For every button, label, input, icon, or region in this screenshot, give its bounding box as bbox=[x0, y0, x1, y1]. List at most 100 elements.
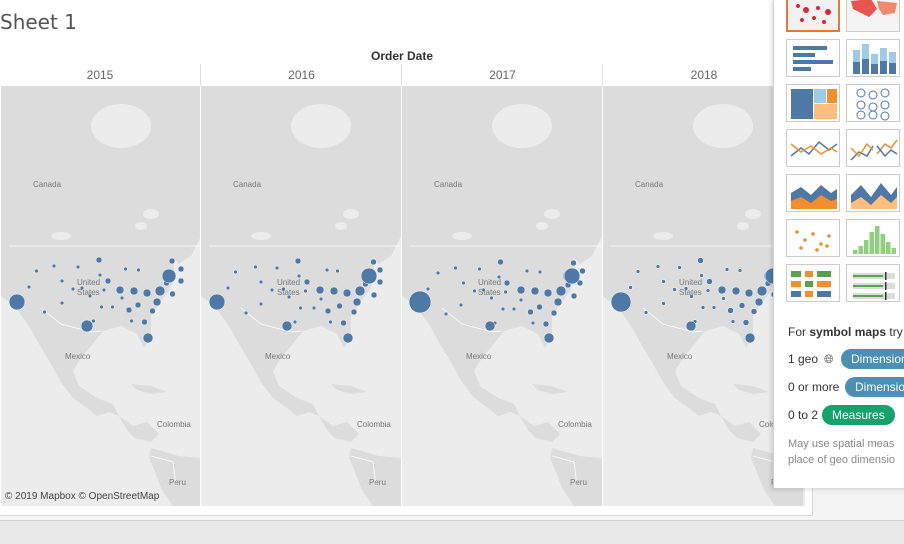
order-marker[interactable] bbox=[730, 319, 736, 324]
order-marker[interactable] bbox=[370, 258, 377, 266]
map-attribution[interactable]: © 2019 Mapbox © OpenStreetMap bbox=[5, 491, 159, 502]
order-marker[interactable] bbox=[154, 285, 166, 297]
order-marker[interactable] bbox=[129, 318, 134, 324]
order-marker[interactable] bbox=[472, 288, 477, 294]
order-marker[interactable] bbox=[59, 300, 65, 306]
order-marker[interactable] bbox=[731, 286, 741, 296]
order-marker[interactable] bbox=[700, 305, 706, 310]
order-marker[interactable] bbox=[503, 279, 511, 287]
order-marker[interactable] bbox=[70, 286, 76, 292]
year-header-2016[interactable]: 2016 bbox=[200, 64, 402, 86]
order-marker[interactable] bbox=[340, 319, 347, 327]
order-marker[interactable] bbox=[342, 332, 354, 344]
order-marker[interactable] bbox=[543, 332, 555, 344]
order-marker[interactable] bbox=[42, 309, 47, 315]
year-header-2017[interactable]: 2017 bbox=[401, 64, 603, 86]
order-marker[interactable] bbox=[129, 286, 139, 296]
order-marker[interactable] bbox=[142, 332, 154, 344]
order-marker[interactable] bbox=[635, 269, 641, 274]
order-marker[interactable] bbox=[324, 307, 332, 315]
order-marker[interactable] bbox=[610, 291, 632, 313]
order-marker[interactable] bbox=[443, 311, 449, 317]
order-marker[interactable] bbox=[318, 296, 324, 302]
chart-type-stacked-bars[interactable] bbox=[846, 39, 900, 77]
order-marker[interactable] bbox=[458, 302, 464, 308]
order-marker[interactable] bbox=[253, 264, 258, 270]
order-marker[interactable] bbox=[208, 293, 226, 311]
chart-type-dual-lines[interactable] bbox=[846, 129, 900, 167]
order-marker[interactable] bbox=[721, 296, 726, 301]
order-marker[interactable] bbox=[563, 267, 581, 285]
order-marker[interactable] bbox=[643, 310, 649, 315]
order-marker[interactable] bbox=[303, 278, 311, 286]
order-marker[interactable] bbox=[705, 288, 711, 293]
order-marker[interactable] bbox=[425, 286, 431, 292]
order-marker[interactable] bbox=[555, 285, 567, 297]
order-marker[interactable] bbox=[530, 286, 540, 296]
order-marker[interactable] bbox=[550, 309, 558, 317]
order-marker[interactable] bbox=[737, 268, 743, 273]
order-marker[interactable] bbox=[99, 304, 104, 310]
order-marker[interactable] bbox=[706, 278, 713, 285]
order-marker[interactable] bbox=[95, 256, 103, 264]
order-marker[interactable] bbox=[149, 307, 156, 315]
order-marker[interactable] bbox=[141, 318, 148, 326]
order-marker[interactable] bbox=[553, 297, 563, 307]
order-marker[interactable] bbox=[119, 295, 125, 301]
order-marker[interactable] bbox=[125, 306, 133, 314]
column-field-label[interactable]: Order Date bbox=[0, 49, 804, 63]
order-marker[interactable] bbox=[516, 285, 526, 295]
order-marker[interactable] bbox=[530, 320, 536, 326]
order-marker[interactable] bbox=[376, 266, 384, 274]
chart-type-filled-map[interactable] bbox=[846, 0, 900, 32]
order-marker[interactable] bbox=[727, 307, 734, 314]
order-marker[interactable] bbox=[294, 257, 302, 265]
order-marker[interactable] bbox=[110, 304, 115, 310]
chart-type-box-plot[interactable] bbox=[786, 219, 840, 257]
map-panel-2015[interactable]: Canada United States Mexico Colombia Peru bbox=[0, 86, 201, 506]
order-marker[interactable] bbox=[169, 290, 176, 298]
order-marker[interactable] bbox=[408, 290, 432, 314]
order-marker[interactable] bbox=[754, 297, 764, 307]
order-marker[interactable] bbox=[101, 287, 107, 293]
chart-type-lines-continuous[interactable] bbox=[786, 129, 840, 167]
order-marker[interactable] bbox=[524, 268, 530, 274]
order-marker[interactable] bbox=[243, 310, 249, 316]
order-marker[interactable] bbox=[685, 320, 697, 332]
order-marker[interactable] bbox=[269, 287, 275, 293]
order-marker[interactable] bbox=[350, 308, 358, 316]
order-marker[interactable] bbox=[370, 291, 378, 299]
order-marker[interactable] bbox=[738, 302, 746, 309]
order-marker[interactable] bbox=[537, 269, 543, 275]
order-marker[interactable] bbox=[311, 305, 317, 311]
order-marker[interactable] bbox=[8, 293, 26, 311]
order-marker[interactable] bbox=[711, 305, 717, 310]
map-panel-2017[interactable]: Canada United States Mexico Colombia Peru bbox=[401, 86, 603, 506]
order-marker[interactable] bbox=[435, 270, 441, 276]
order-marker[interactable] bbox=[34, 268, 39, 274]
order-marker[interactable] bbox=[115, 285, 125, 295]
order-marker[interactable] bbox=[756, 285, 768, 297]
order-marker[interactable] bbox=[177, 265, 185, 273]
order-marker[interactable] bbox=[744, 332, 756, 344]
order-marker[interactable] bbox=[97, 272, 103, 278]
order-marker[interactable] bbox=[142, 288, 152, 298]
order-marker[interactable] bbox=[336, 302, 343, 310]
order-marker[interactable] bbox=[225, 285, 231, 291]
order-marker[interactable] bbox=[75, 264, 81, 270]
order-marker[interactable] bbox=[354, 285, 366, 297]
chart-type-gantt[interactable] bbox=[786, 264, 840, 302]
order-marker[interactable] bbox=[750, 308, 758, 315]
order-marker[interactable] bbox=[258, 301, 264, 307]
order-marker[interactable] bbox=[177, 277, 185, 285]
order-marker[interactable] bbox=[80, 319, 94, 333]
order-marker[interactable] bbox=[329, 286, 339, 296]
order-marker[interactable] bbox=[699, 273, 704, 278]
order-marker[interactable] bbox=[461, 280, 466, 286]
chart-type-histogram[interactable] bbox=[846, 219, 900, 257]
order-marker[interactable] bbox=[303, 288, 308, 294]
order-marker[interactable] bbox=[503, 289, 508, 295]
order-marker[interactable] bbox=[742, 319, 750, 326]
order-marker[interactable] bbox=[717, 285, 727, 295]
order-marker[interactable] bbox=[298, 305, 303, 311]
